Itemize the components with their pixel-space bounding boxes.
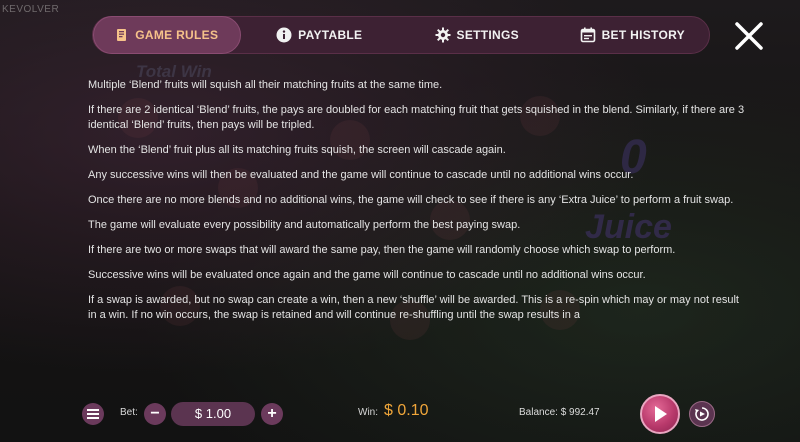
tab-bet-history[interactable]: BET HISTORY [556,16,710,54]
background-logo: KEVOLVER [2,4,60,15]
rules-paragraph: Multiple ‘Blend’ fruits will squish all … [88,79,443,91]
increase-bet-button[interactable]: + [261,403,283,425]
rules-paragraph: When the ‘Blend’ fruit plus all its matc… [88,144,506,156]
tab-settings[interactable]: SETTINGS [398,16,555,54]
decrease-bet-button[interactable]: − [144,403,166,425]
autoplay-button[interactable] [689,401,715,427]
history-icon [580,27,596,43]
tab-bet-history-label: BET HISTORY [601,28,685,42]
win-label: Win: [358,407,378,418]
close-button[interactable] [732,19,766,53]
tab-game-rules-label: GAME RULES [135,28,219,42]
rules-paragraph: If a swap is awarded, but no swap can cr… [88,294,739,321]
info-icon [276,27,292,43]
rules-paragraph: Any successive wins will then be evaluat… [88,169,634,181]
play-icon [655,406,667,422]
balance-display: Balance: $ 992.47 [519,407,600,418]
rules-tab-bar: GAME RULES PAYTABLE SETTINGS BET HISTORY [92,16,710,54]
tab-game-rules[interactable]: GAME RULES [93,16,241,54]
tab-paytable[interactable]: PAYTABLE [241,16,398,54]
tab-paytable-label: PAYTABLE [298,28,363,42]
win-amount: $ 0.10 [384,402,429,419]
rules-paragraph: If there are 2 identical ‘Blend’ fruits,… [88,104,745,131]
rules-paragraph: Successive wins will be evaluated once a… [88,269,646,281]
rules-paragraph: If there are two or more swaps that will… [88,244,676,256]
rules-paragraph: The game will evaluate every possibility… [88,219,521,231]
menu-button[interactable] [82,403,104,425]
spin-button[interactable] [640,394,680,434]
autoplay-icon [695,407,709,421]
game-control-bar: Bet: − $ 1.00 + Win: $ 0.10 Balance: $ 9… [0,388,800,442]
bet-amount: $ 1.00 [171,402,255,426]
close-icon [735,22,763,50]
tab-settings-label: SETTINGS [456,28,519,42]
hamburger-icon [87,409,99,419]
rules-paragraph: Once there are no more blends and no add… [88,194,734,206]
bet-label: Bet: [120,407,138,418]
game-rules-content[interactable]: Multiple ‘Blend’ fruits will squish all … [88,78,748,358]
book-icon [115,28,129,42]
gear-icon [435,27,451,43]
